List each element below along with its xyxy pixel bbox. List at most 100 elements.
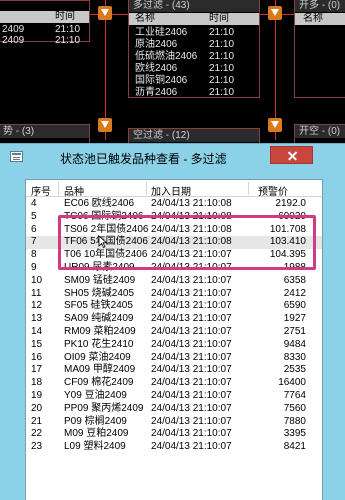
table-row[interactable]: 11 SH05 烧碱2405 24/04/13 21:10:07 2412 (26, 288, 322, 301)
table-row[interactable]: 20 PP09 聚丙烯2409 24/04/13 21:10:07 7560 (26, 403, 322, 416)
left-top-panel: 时间 2409 21:10 2409 21:10 (0, 0, 90, 46)
price-cell: 2535 (283, 364, 306, 376)
open-long-panel: 开多 - (0) 名称 (294, 0, 345, 98)
date-cell: 24/04/13 21:10:07 (151, 402, 232, 414)
list-item[interactable]: 沥青2406 21:10 (129, 87, 259, 99)
flow-node-icon[interactable] (98, 118, 112, 132)
table-row[interactable]: 17 MA09 甲醇2409 24/04/13 21:10:07 2535 (26, 364, 322, 377)
table-row[interactable]: 16 OI09 菜油2409 24/04/13 21:10:07 8330 (26, 352, 322, 365)
flow-node-icon[interactable] (268, 6, 282, 20)
multi-filter-panel: 多过滤 - (43) 名称 时间 工业硅2406 21:10 原油2406 21:1… (128, 0, 260, 98)
table-row[interactable]: 13 SA09 纯碱2409 24/04/13 21:10:07 1927 (26, 313, 322, 326)
table-row[interactable]: 21 P09 棕榈2409 24/04/13 21:10:07 7880 (26, 416, 322, 429)
date-cell: 24/04/13 21:10:07 (151, 390, 232, 401)
table-row[interactable]: 15 PK10 花生2410 24/04/13 21:10:07 9484 (26, 339, 322, 352)
date-cell: 24/04/13 21:10:07 (151, 287, 232, 299)
variety-cell: RM09 菜粕2409 (64, 326, 136, 337)
price-cell: 9484 (283, 338, 306, 350)
table-row[interactable]: 4 EC06 欧线2406 24/04/13 21:10:08 2192.0 (26, 198, 322, 211)
index-cell: 5 (31, 210, 37, 222)
column-header-name[interactable]: 品种 (64, 183, 84, 198)
variety-cell: PP09 聚丙烯2409 (64, 402, 144, 414)
index-cell: 20 (31, 402, 43, 414)
date-cell: 24/04/13 21:10:07 (151, 326, 232, 337)
list-item[interactable]: 国际铜2406 21:10 (129, 75, 259, 87)
text-cursor-icon (98, 236, 108, 248)
flow-node-icon[interactable] (268, 118, 282, 132)
price-cell: 6590 (283, 300, 306, 312)
date-cell: 24/04/13 21:10:07 (151, 428, 232, 440)
price-cell: 8330 (283, 351, 306, 363)
variety-cell: SH05 烧碱2405 (64, 287, 135, 299)
index-cell: 7 (31, 236, 37, 248)
index-cell: 4 (31, 198, 37, 209)
column-header-price[interactable]: 预警价 (258, 183, 288, 198)
date-cell: 24/04/13 21:10:07 (151, 274, 232, 286)
variety-cell: MA09 甲醇2409 (64, 364, 136, 376)
table-row[interactable]: 22 M09 豆粕2409 24/04/13 21:10:07 3395 (26, 428, 322, 441)
index-cell: 16 (31, 351, 43, 363)
variety-cell: EC06 欧线2406 (64, 198, 135, 209)
price-cell: 8421 (283, 441, 306, 453)
date-cell: 24/04/13 21:10:07 (151, 377, 232, 389)
variety-cell: M09 豆粕2409 (64, 428, 129, 440)
price-cell: 16400 (278, 377, 306, 389)
table-row[interactable]: 10 SM09 锰硅2409 24/04/13 21:10:07 6358 (26, 275, 322, 288)
table-row[interactable]: 18 CF09 棉花2409 24/04/13 21:10:07 16400 (26, 377, 322, 390)
table-row[interactable]: 23 L09 塑料2409 24/04/13 21:10:07 8421 (26, 441, 322, 454)
short-filter-panel-title: 空过滤 - (12) (129, 129, 259, 142)
index-cell: 11 (31, 287, 42, 299)
multi-filter-panel-title: 多过滤 - (43) (129, 0, 259, 12)
index-cell: 13 (31, 313, 43, 325)
column-divider[interactable] (146, 182, 147, 195)
dialog-title: 状态池已触发品种查看 - 多过滤 (60, 152, 227, 166)
window-icon (10, 151, 23, 162)
price-cell: 2751 (283, 326, 306, 337)
index-cell: 15 (31, 338, 43, 350)
highlight-box (58, 215, 316, 270)
open-short-panel-title: 开空 - (0) (295, 125, 345, 138)
variety-cell: CF09 棉花2409 (64, 377, 134, 389)
table-row[interactable]: 12 SF05 硅铁2405 24/04/13 21:10:07 6590 (26, 300, 322, 313)
table-row[interactable]: 14 RM09 菜粕2409 24/04/13 21:10:07 2751 (26, 326, 322, 339)
price-cell: 7764 (283, 390, 306, 401)
left-top-time-header: 时间 (55, 11, 75, 22)
open-long-table-header: 名称 (295, 13, 345, 25)
column-header-index[interactable]: 序号 (31, 183, 51, 198)
variety-cell: PK10 花生2410 (64, 338, 134, 350)
close-button[interactable] (270, 146, 313, 164)
multi-filter-table-header: 名称 时间 (129, 13, 259, 25)
date-cell: 24/04/13 21:10:08 (151, 198, 232, 209)
list-item[interactable]: 2409 21:10 (0, 35, 89, 47)
column-header-date[interactable]: 加入日期 (151, 183, 191, 198)
date-cell: 24/04/13 21:10:07 (151, 415, 232, 427)
price-cell: 3395 (283, 428, 306, 440)
date-cell: 24/04/13 21:10:07 (151, 364, 232, 376)
variety-cell: OI09 菜油2409 (64, 351, 131, 363)
column-divider[interactable] (248, 182, 249, 195)
flow-node-icon[interactable] (98, 6, 112, 20)
variety-cell: SF05 硅铁2405 (64, 300, 133, 312)
dialog-title-bar[interactable]: 状态池已触发品种查看 - 多过滤 (0, 144, 345, 171)
index-cell: 8 (31, 249, 37, 261)
table-row[interactable]: 19 Y09 豆油2409 24/04/13 21:10:07 7764 (26, 390, 322, 403)
price-cell: 2192.0 (275, 198, 306, 209)
index-cell: 10 (31, 274, 43, 286)
date-cell: 24/04/13 21:10:07 (151, 300, 232, 312)
index-cell: 21 (31, 415, 43, 427)
list-item[interactable]: 工业硅2406 21:10 (129, 27, 259, 39)
index-cell: 18 (31, 377, 43, 389)
column-divider[interactable] (58, 182, 59, 195)
index-cell: 9 (31, 262, 37, 273)
list-item[interactable]: 原油2406 21:10 (129, 39, 259, 51)
index-cell: 22 (31, 428, 43, 440)
date-cell: 24/04/13 21:10:07 (151, 313, 232, 325)
list-header: 序号 品种 加入日期 预警价 (26, 180, 322, 198)
list-item[interactable]: 低硫燃油2406 21:10 (129, 51, 259, 63)
variety-cell: P09 棕榈2409 (64, 415, 127, 427)
list-item[interactable]: 欧线2406 21:10 (129, 63, 259, 75)
variety-cell: SM09 锰硅2409 (64, 274, 136, 286)
index-cell: 19 (31, 390, 43, 401)
date-cell: 24/04/13 21:10:07 (151, 441, 232, 453)
price-cell: 7560 (283, 402, 306, 414)
